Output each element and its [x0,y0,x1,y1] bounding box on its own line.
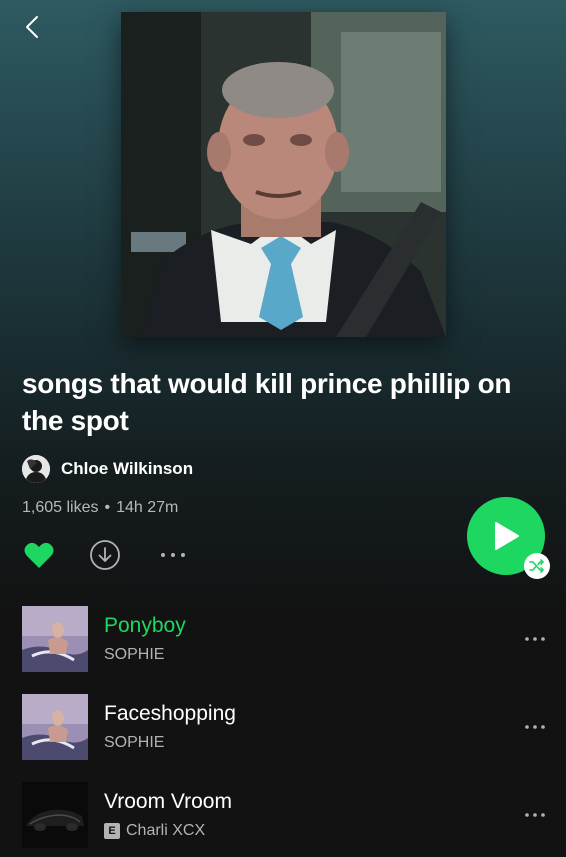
play-icon [495,522,519,550]
explicit-badge: E [104,823,120,839]
playlist-meta: 1,605 likes • 14h 27m [22,499,178,517]
track-more-button[interactable] [518,718,552,736]
album-art [22,694,88,760]
like-button[interactable] [22,537,56,573]
download-icon [90,540,120,570]
shuffle-button[interactable] [524,553,550,579]
download-button[interactable] [88,537,122,573]
back-button[interactable] [18,12,48,42]
playlist-owner[interactable]: Chloe Wilkinson [22,455,193,483]
playlist-title: songs that would kill prince phillip on … [22,368,512,436]
track-artist: SOPHIE [104,734,164,752]
more-options-button[interactable] [156,537,190,573]
more-horizontal-icon [525,637,545,641]
track-title: Ponyboy [104,614,186,637]
track-artist-name: SOPHIE [104,646,165,663]
track-row[interactable]: Ponyboy SOPHIE [0,606,566,672]
track-row[interactable]: Faceshopping SOPHIE [0,694,566,760]
track-artist: E Charli XCX [104,822,205,840]
album-art [22,782,88,848]
chevron-left-icon [26,16,38,38]
action-bar [22,537,202,573]
track-more-button[interactable] [518,630,552,648]
owner-name: Chloe Wilkinson [61,459,194,478]
shuffle-icon [529,559,544,573]
track-title: Vroom Vroom [104,790,232,813]
more-horizontal-icon [525,813,545,817]
track-more-button[interactable] [518,806,552,824]
track-artist-name: SOPHIE [104,734,165,751]
heart-filled-icon [24,542,54,568]
avatar [22,455,50,483]
playlist-duration: 14h 27m [116,499,179,516]
more-horizontal-icon [525,725,545,729]
track-row[interactable]: Vroom Vroom E Charli XCX [0,782,566,848]
album-art [22,606,88,672]
more-horizontal-icon [161,553,185,557]
track-title: Faceshopping [104,702,236,725]
playlist-cover [121,12,446,337]
likes-count: 1,605 likes [22,499,99,516]
meta-separator: • [104,499,111,516]
track-artist-name: Charli XCX [126,822,206,839]
track-artist: SOPHIE [104,646,164,664]
